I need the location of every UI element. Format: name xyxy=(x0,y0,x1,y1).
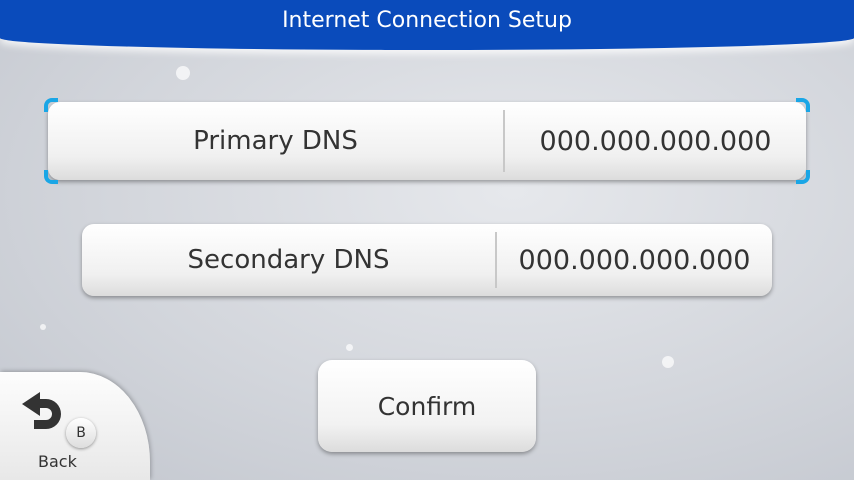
selection-corner xyxy=(796,170,810,184)
back-arrow-icon xyxy=(22,392,61,429)
confirm-button[interactable]: Confirm xyxy=(318,360,536,452)
back-label: Back xyxy=(38,452,77,471)
primary-dns-label: Primary DNS xyxy=(193,126,358,156)
secondary-dns-field[interactable]: Secondary DNS 000.000.000.000 xyxy=(82,224,772,296)
background-particle xyxy=(176,66,190,80)
background-particle xyxy=(662,356,674,368)
selection-corner xyxy=(44,98,58,112)
primary-dns-value: 000.000.000.000 xyxy=(539,125,772,157)
b-button-hint: B xyxy=(66,418,96,448)
background-particle xyxy=(346,344,353,351)
secondary-dns-label: Secondary DNS xyxy=(187,245,390,275)
page-title: Internet Connection Setup xyxy=(282,8,572,33)
secondary-dns-value: 000.000.000.000 xyxy=(518,244,751,276)
background-particle xyxy=(40,324,46,330)
primary-dns-field[interactable]: Primary DNS 000.000.000.000 xyxy=(48,102,806,180)
selection-corner xyxy=(796,98,810,112)
selection-corner xyxy=(44,170,58,184)
